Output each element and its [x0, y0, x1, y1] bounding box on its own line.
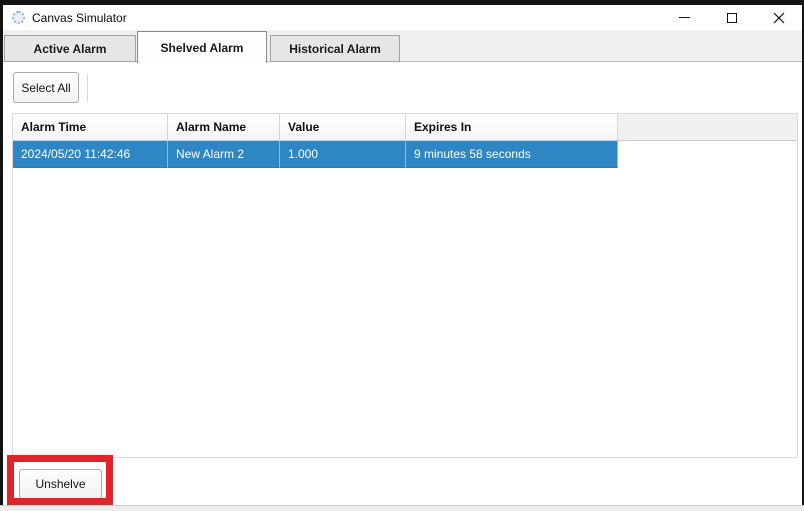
cell-alarm-name: New Alarm 2: [168, 141, 280, 168]
app-window: Canvas Simulator Active Alarm Shel: [3, 5, 802, 505]
column-header-expires-in[interactable]: Expires In: [406, 114, 618, 141]
tab-shelved-alarm[interactable]: Shelved Alarm: [137, 31, 267, 63]
shelved-alarm-table: Alarm Time Alarm Name Value Expires In 2…: [12, 113, 798, 458]
toolbar-separator: [87, 74, 88, 102]
select-all-button[interactable]: Select All: [13, 72, 79, 103]
maximize-button[interactable]: [716, 5, 747, 30]
window-controls: [669, 5, 794, 30]
cell-expires-in: 9 minutes 58 seconds: [406, 141, 618, 168]
tab-active-alarm[interactable]: Active Alarm: [4, 35, 136, 62]
cell-value: 1.000: [280, 141, 406, 168]
app-icon: [12, 11, 25, 24]
column-header-value[interactable]: Value: [280, 114, 406, 141]
minimize-icon: [679, 17, 690, 18]
column-header-alarm-name[interactable]: Alarm Name: [168, 114, 280, 141]
title-bar: Canvas Simulator: [3, 5, 802, 30]
tab-bar: Active Alarm Shelved Alarm Historical Al…: [3, 30, 802, 62]
column-header-alarm-time[interactable]: Alarm Time: [13, 114, 168, 141]
tab-historical-alarm[interactable]: Historical Alarm: [270, 35, 400, 62]
minimize-button[interactable]: [669, 5, 700, 30]
unshelve-button[interactable]: Unshelve: [19, 469, 102, 499]
table-header-row: Alarm Time Alarm Name Value Expires In: [13, 114, 797, 141]
close-icon: [773, 12, 785, 24]
window-title: Canvas Simulator: [32, 11, 127, 25]
desktop-background: Canvas Simulator Active Alarm Shel: [0, 0, 804, 511]
window-bottom-edge: [0, 505, 804, 511]
close-button[interactable]: [763, 5, 794, 30]
maximize-icon: [727, 13, 737, 23]
cell-alarm-time: 2024/05/20 11:42:46: [13, 141, 168, 168]
table-row-selected[interactable]: 2024/05/20 11:42:46 New Alarm 2 1.000 9 …: [13, 141, 797, 168]
column-header-filler: [618, 114, 797, 141]
